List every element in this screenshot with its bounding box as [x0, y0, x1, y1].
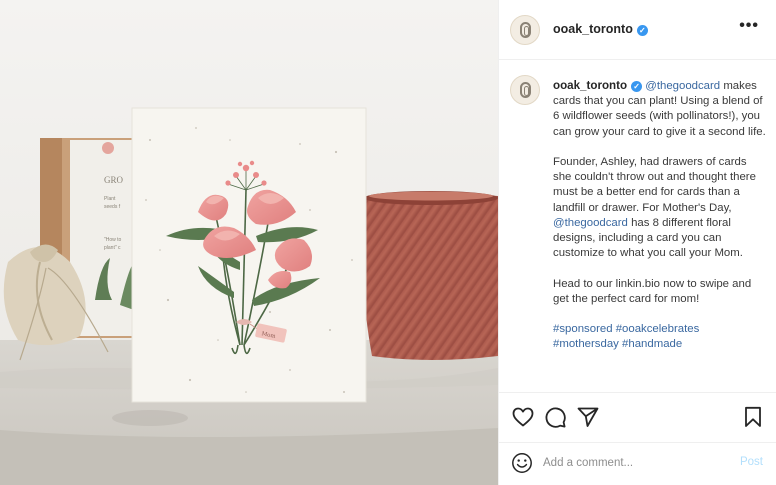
- hashtag-link[interactable]: #ooakcelebrates: [616, 323, 700, 335]
- caption-avatar[interactable]: [510, 75, 540, 105]
- caption-paragraph-3: Head to our linkin.bio now to swipe and …: [553, 277, 752, 305]
- post-photo[interactable]: GRO Plant seeds f "How to plant" c Mom: [0, 0, 498, 485]
- verified-badge-icon: ✓: [636, 25, 648, 36]
- save-button[interactable]: [741, 405, 765, 429]
- post-photo-illustration: GRO Plant seeds f "How to plant" c Mom: [0, 0, 498, 485]
- header-username-text: ooak_toronto: [553, 22, 633, 36]
- comment-input[interactable]: [543, 454, 723, 472]
- caption-text-2a: Founder, Ashley, had drawers of cards sh…: [553, 156, 756, 214]
- post-header: ooak_toronto ✓ •••: [499, 0, 776, 60]
- comment-button[interactable]: [543, 405, 567, 429]
- box-line-1: Plant: [104, 196, 116, 202]
- box-line-2: seeds f: [104, 204, 121, 210]
- caption-paragraph-1: ooak_toronto ✓ @thegoodcard makes cards t…: [553, 78, 767, 140]
- emoji-button[interactable]: [511, 452, 533, 474]
- header-username[interactable]: ooak_toronto ✓: [553, 22, 648, 36]
- box-line-4: plant" c: [104, 245, 121, 251]
- hashtag-link[interactable]: #handmade: [622, 338, 682, 350]
- smiley-icon: [512, 453, 532, 473]
- ooak-logo-icon: [520, 22, 531, 38]
- action-bar: [499, 392, 776, 436]
- avatar[interactable]: [510, 15, 540, 45]
- comment-icon: [545, 407, 566, 428]
- post-comment-button[interactable]: Post: [740, 456, 763, 468]
- box-line-3: "How to: [104, 237, 122, 243]
- box-title: GRO: [104, 175, 124, 185]
- caption-text: ooak_toronto ✓ @thegoodcard makes cards t…: [553, 78, 767, 353]
- hashtag-list: #sponsored #ooakcelebrates #mothersday #…: [553, 322, 767, 352]
- caption-paragraph-2: Founder, Ashley, had drawers of cards sh…: [553, 155, 767, 261]
- post-side-panel: ooak_toronto ✓ ••• ooak_toronto ✓ @thegood…: [498, 0, 776, 485]
- verified-badge-icon: ✓: [631, 81, 643, 92]
- mention-link[interactable]: @thegoodcard: [645, 80, 720, 92]
- instagram-post: GRO Plant seeds f "How to plant" c Mom o…: [0, 0, 776, 485]
- hashtag-link[interactable]: #sponsored: [553, 323, 613, 335]
- share-button[interactable]: [576, 405, 600, 429]
- comment-bar: Post: [499, 442, 776, 485]
- mention-link[interactable]: @thegoodcard: [553, 217, 628, 229]
- paper-plane-icon: [577, 407, 599, 427]
- like-button[interactable]: [511, 405, 535, 429]
- heart-icon: [512, 407, 534, 427]
- ooak-logo-icon: [520, 82, 531, 98]
- caption-area: ooak_toronto ✓ @thegoodcard makes cards t…: [499, 61, 776, 391]
- caption-username[interactable]: ooak_toronto: [553, 79, 627, 92]
- hashtag-link[interactable]: #mothersday: [553, 338, 619, 350]
- more-options-button[interactable]: •••: [739, 17, 759, 35]
- bookmark-icon: [745, 406, 761, 427]
